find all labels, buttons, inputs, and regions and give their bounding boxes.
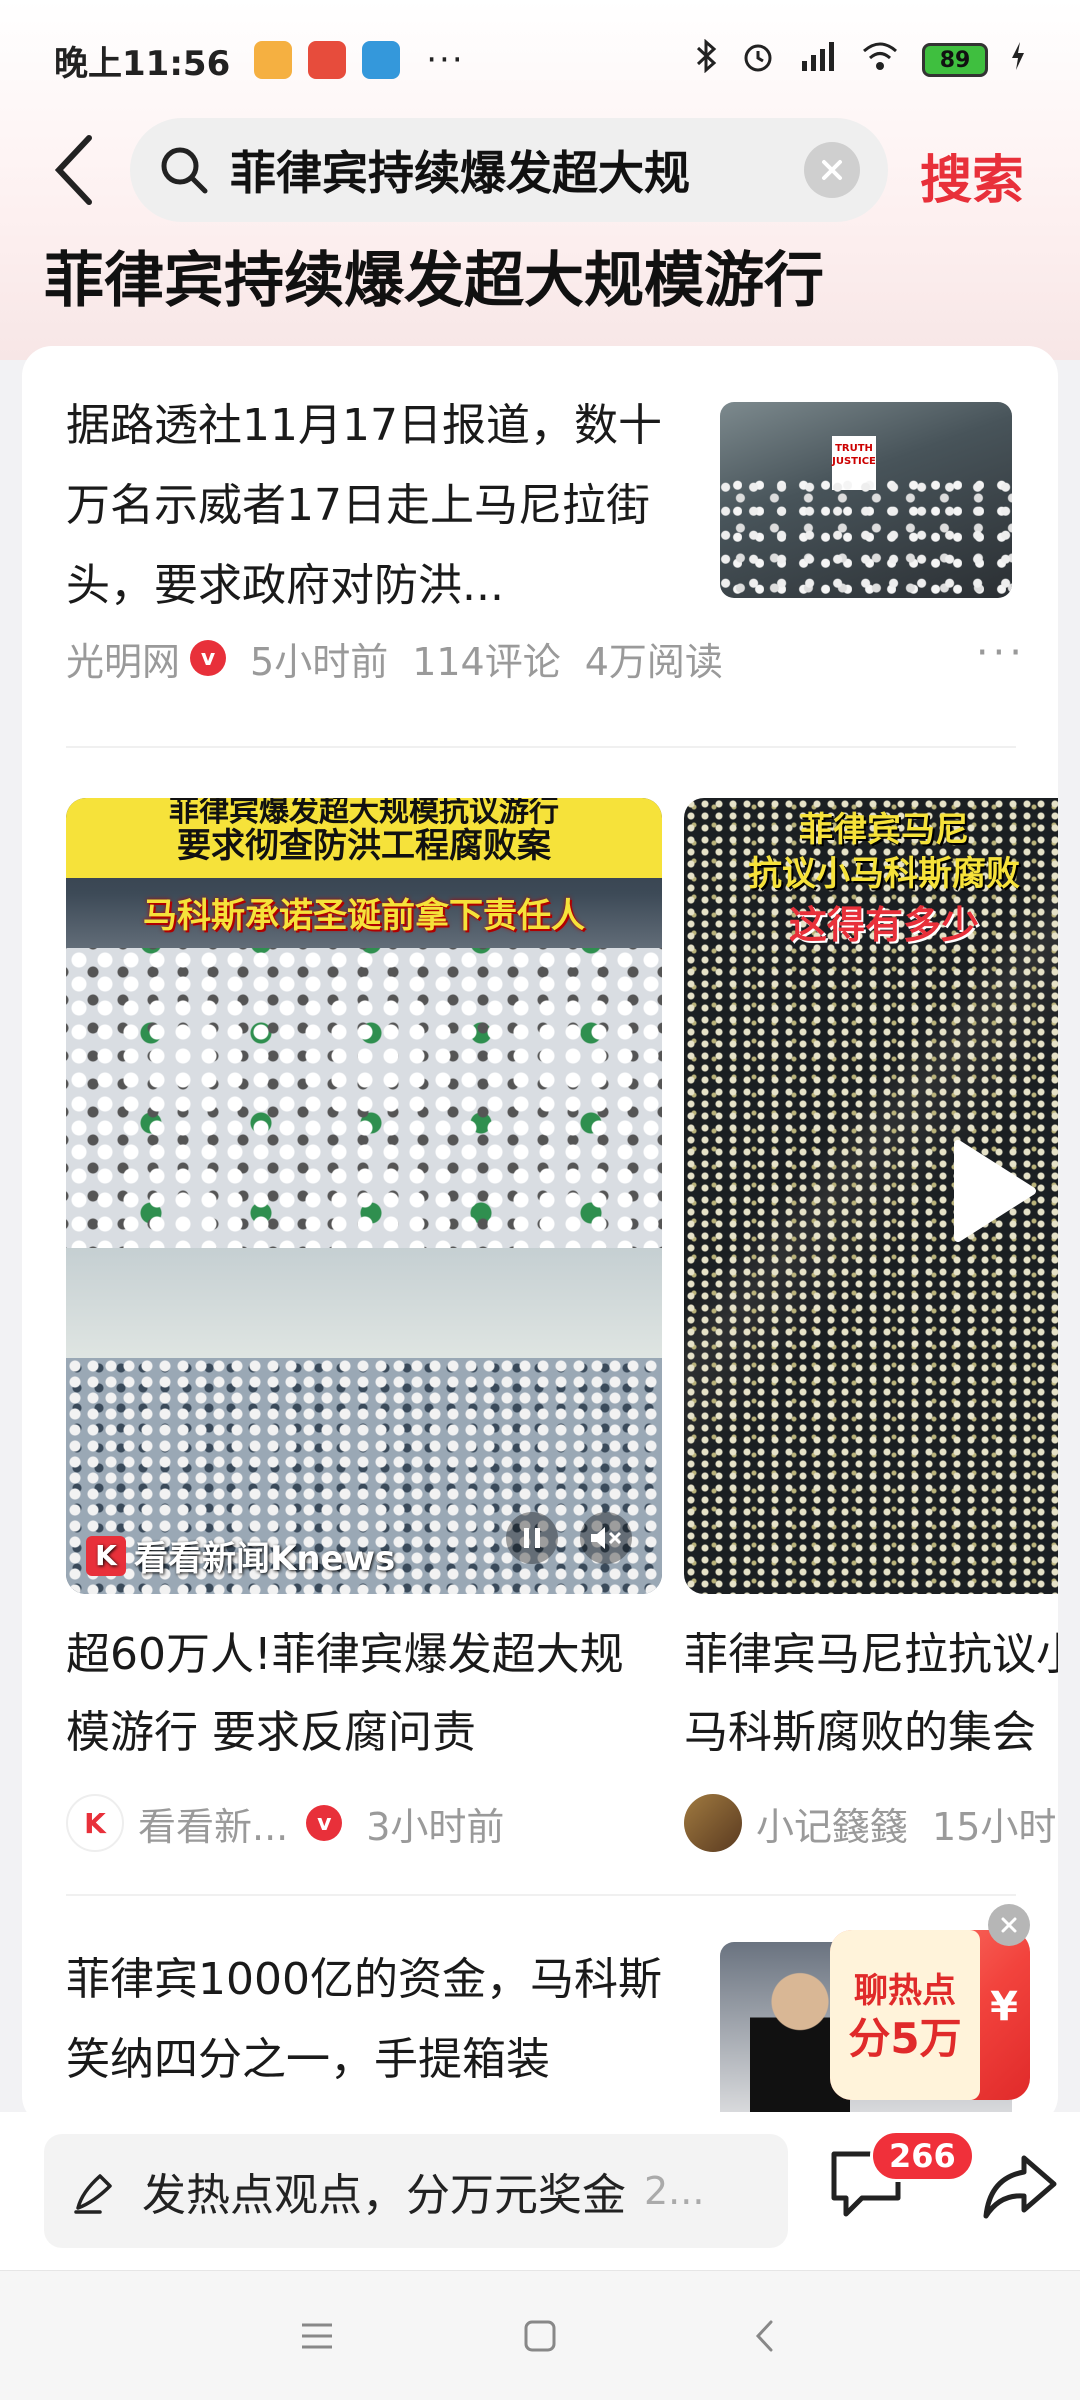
pen-icon — [74, 2174, 112, 2214]
back-icon — [755, 2320, 773, 2352]
article-title: 菲律宾1000亿的资金，马科斯笑纳四分之一，手提箱装 — [66, 1954, 662, 2085]
crowd-graphic — [720, 480, 1012, 598]
video-title[interactable]: 菲律宾马尼拉抗议小马科斯腐败的集会 — [684, 1616, 1058, 1772]
article-title: 据路透社11月17日报道，数十万名示威者17日走上马尼拉街头，要求政府对防洪..… — [66, 400, 662, 611]
more-notifications-icon: ··· — [426, 40, 465, 80]
system-nav-bar — [0, 2270, 1080, 2400]
menu-icon — [302, 2323, 332, 2349]
status-bar: 晚上11:56 ··· 89 — [0, 0, 1080, 120]
mute-icon — [591, 1527, 622, 1549]
video-caption: 菲律宾马尼 — [799, 810, 969, 850]
system-back-button[interactable] — [740, 2311, 790, 2361]
video-thumbnail[interactable]: 菲律宾马尼 抗议小马科斯腐败 这得有多少 — [684, 798, 1058, 1594]
banner-line-1: 菲律宾爆发超大规模抗议游行 — [169, 798, 559, 829]
bluetooth-icon — [694, 38, 718, 81]
charging-icon — [1010, 41, 1026, 79]
watermark-text: 看看新闻Knews — [134, 1539, 396, 1579]
close-icon — [1001, 1917, 1017, 1933]
wifi-icon — [860, 39, 900, 81]
play-icon — [954, 1140, 1036, 1242]
video-title[interactable]: 超60万人!菲律宾爆发超大规模游行 要求反腐问责 — [66, 1616, 662, 1772]
promo-widget[interactable]: 聊热点 分5万 ¥ — [830, 1930, 1030, 2100]
search-query-text: 菲律宾持续爆发超大规 — [230, 146, 690, 200]
search-button[interactable]: 搜索 — [920, 138, 1024, 213]
search-icon — [161, 147, 208, 194]
mute-button[interactable] — [580, 1512, 632, 1564]
banner-line-2: 要求彻查防洪工程腐败案 — [177, 826, 551, 866]
video-time: 3小时前 — [366, 1804, 505, 1849]
notes-app-icon — [254, 41, 293, 79]
recent-apps-button[interactable] — [292, 2311, 342, 2361]
close-icon — [822, 160, 842, 180]
clear-search-button[interactable] — [804, 142, 860, 198]
search-header: 菲律宾持续爆发超大规 搜索 — [0, 110, 1080, 230]
video-caption: 抗议小马科斯腐败 — [748, 854, 1020, 894]
share-icon — [983, 2155, 1057, 2219]
video-banner: 菲律宾爆发超大规模抗议游行 要求彻查防洪工程腐败案 — [66, 798, 662, 878]
avatar[interactable] — [684, 1794, 742, 1852]
battery-icon: 89 — [922, 43, 988, 77]
avatar[interactable]: K — [66, 1794, 124, 1852]
more-options-button[interactable]: ··· — [976, 630, 1026, 676]
results-card: 据路透社11月17日报道，数十万名示威者17日走上马尼拉街头，要求政府对防洪..… — [22, 346, 1058, 2126]
status-indicators: 89 — [694, 38, 1026, 82]
cloud-app-icon — [362, 41, 401, 79]
promo-line-2: 分5万 — [848, 2014, 962, 2063]
video-meta: K 看看新... v 3小时前 — [66, 1794, 662, 1852]
divider — [66, 1894, 1016, 1896]
article-time: 5小时前 — [250, 639, 389, 684]
video-subline: 马科斯承诺圣诞前拿下责任人 — [143, 896, 585, 936]
video-meta: 小记籛籛 15小时 — [684, 1794, 1058, 1852]
video-thumbnail[interactable]: 菲律宾爆发超大规模抗议游行 要求彻查防洪工程腐败案 马科斯承诺圣诞前拿下责任人 … — [66, 798, 662, 1594]
video-source[interactable]: 看看新... — [138, 1796, 288, 1851]
video-item[interactable]: 菲律宾爆发超大规模抗议游行 要求彻查防洪工程腐败案 马科斯承诺圣诞前拿下责任人 … — [66, 798, 662, 1852]
article-meta: 光明网 v 5小时前 114评论 4万阅读 ··· — [66, 628, 1046, 688]
article-source[interactable]: 光明网 — [66, 631, 180, 686]
comment-input[interactable]: 发热点观点，分万元奖金 2... — [44, 2134, 788, 2248]
article-thumbnail[interactable]: TRUTH JUSTICE — [720, 402, 1012, 598]
verified-badge-icon: v — [306, 1805, 343, 1841]
comment-suffix: 2... — [644, 2169, 705, 2213]
verified-badge-icon: v — [190, 640, 227, 676]
pause-button[interactable] — [506, 1512, 558, 1564]
play-button[interactable] — [948, 1136, 1038, 1250]
video-caption: 这得有多少 — [788, 903, 979, 947]
comment-placeholder: 发热点观点，分万元奖金 — [142, 2170, 626, 2221]
close-promo-button[interactable] — [988, 1904, 1030, 1946]
video-watermark: K 看看新闻Knews — [86, 1531, 395, 1580]
video-time: 15小时 — [932, 1804, 1057, 1849]
promo-line-1: 聊热点 — [854, 1971, 956, 2011]
knews-logo-icon: K — [86, 1535, 126, 1576]
status-time: 晚上11:56 — [54, 43, 231, 84]
divider — [66, 746, 1016, 748]
article-item[interactable]: 菲律宾1000亿的资金，马科斯笑纳四分之一，手提箱装 — [66, 1940, 686, 2100]
home-button[interactable] — [515, 2311, 565, 2361]
yen-icon: ¥ — [990, 1984, 1018, 2030]
pause-icon — [524, 1528, 540, 1548]
signal-icon — [798, 39, 838, 81]
video-controls — [506, 1512, 632, 1564]
comment-bar: 发热点观点，分万元奖金 2... 266 — [0, 2112, 1080, 2270]
video-item[interactable]: 菲律宾马尼 抗议小马科斯腐败 这得有多少 菲律宾马尼拉抗议小马科斯腐败的集会 小… — [684, 798, 1058, 1852]
back-button[interactable] — [40, 135, 110, 205]
promo-label: 聊热点 分5万 — [830, 1930, 980, 2100]
article-reads: 4万阅读 — [584, 639, 723, 684]
search-input[interactable]: 菲律宾持续爆发超大规 — [130, 118, 888, 222]
alarm-icon — [740, 38, 776, 82]
crowd-graphic — [66, 948, 662, 1248]
sky-graphic — [66, 1248, 662, 1358]
news-app-icon — [308, 41, 347, 79]
comment-count-badge: 266 — [870, 2130, 975, 2182]
page-title: 菲律宾持续爆发超大规模游行 — [44, 246, 824, 316]
share-button[interactable] — [980, 2152, 1060, 2226]
back-arrow-icon — [54, 135, 92, 205]
video-source[interactable]: 小记籛籛 — [756, 1796, 908, 1851]
article-comments: 114评论 — [412, 639, 561, 684]
home-icon — [524, 2320, 556, 2352]
